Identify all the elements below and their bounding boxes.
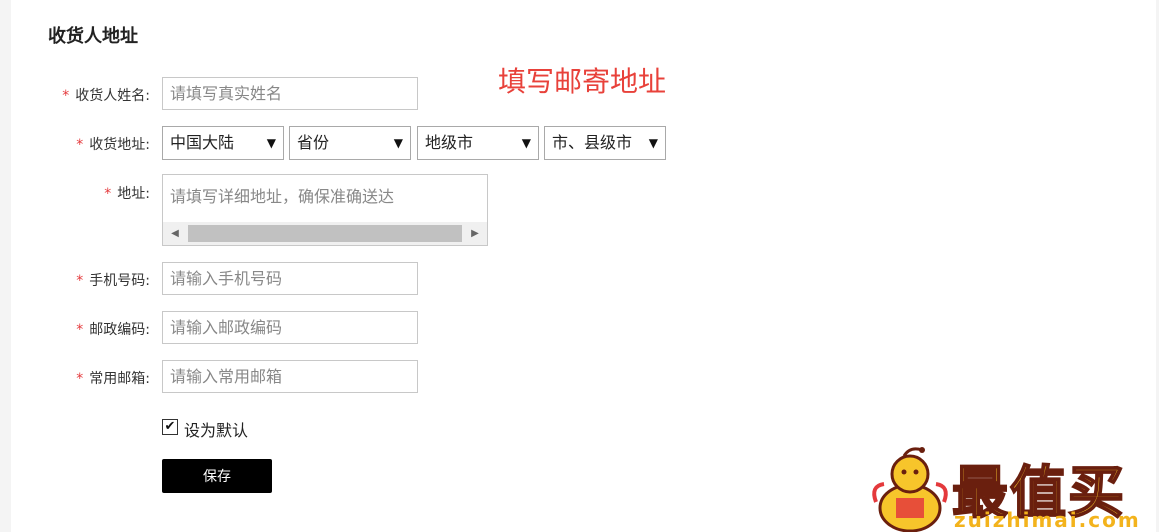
scrollbar-thumb[interactable] [188,225,462,242]
required-mark: * [104,186,112,202]
default-checkbox[interactable]: ✔ [162,419,178,435]
required-mark: * [62,88,70,104]
email-label: * 常用邮箱: [76,371,150,387]
phone-input[interactable] [162,262,418,295]
country-select[interactable]: 中国大陆 ▼ [162,126,284,160]
required-mark: * [76,273,84,289]
postcode-input[interactable] [162,311,418,344]
required-mark: * [76,371,84,387]
email-input[interactable] [162,360,418,393]
chevron-down-icon: ▼ [266,136,276,150]
required-mark: * [76,322,84,338]
horizontal-scrollbar[interactable]: ◀ ▶ [163,222,487,245]
gourd-mascot-icon [872,447,948,532]
required-mark: * [76,137,84,153]
chevron-down-icon: ▼ [648,136,658,150]
name-label: * 收货人姓名: [62,88,150,104]
scroll-right-icon[interactable]: ▶ [463,222,487,245]
county-select[interactable]: 市、县级市 ▼ [544,126,666,160]
default-checkbox-label[interactable]: 设为默认 [184,417,248,441]
phone-label: * 手机号码: [76,273,150,289]
region-label: * 收货地址: [76,137,150,153]
section-title: 收货人地址 [48,26,138,47]
postcode-label: * 邮政编码: [76,322,150,338]
province-select[interactable]: 省份 ▼ [289,126,411,160]
address-placeholder: 请填写详细地址，确保准确送达 [170,187,395,206]
watermark-logo: 最值买 zuizhimai.com [870,446,1156,532]
name-input[interactable] [162,77,418,110]
chevron-down-icon: ▼ [393,136,403,150]
check-icon: ✔ [164,419,176,434]
address-label: * 地址: [104,186,150,202]
save-button[interactable]: 保存 [162,459,272,493]
address-textarea[interactable]: 请填写详细地址，确保准确送达 ◀ ▶ [162,174,488,246]
chevron-down-icon: ▼ [521,136,531,150]
logo-site: zuizhimai.com [954,508,1141,532]
overlay-annotation: 填写邮寄地址 [498,65,667,98]
scroll-left-icon[interactable]: ◀ [163,222,187,245]
left-page-border [0,0,11,532]
city-select[interactable]: 地级市 ▼ [417,126,539,160]
